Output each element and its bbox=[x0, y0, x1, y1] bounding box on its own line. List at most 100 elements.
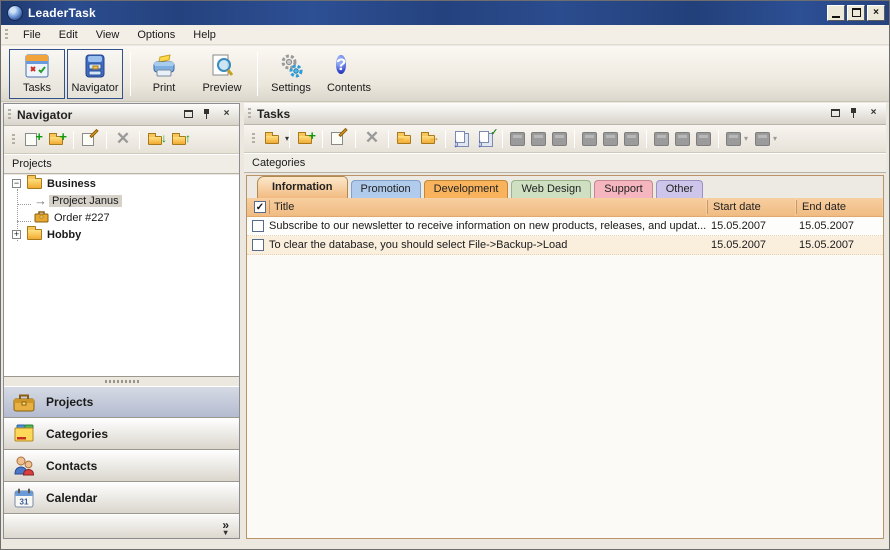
delete-icon[interactable]: ✕ bbox=[113, 129, 133, 150]
stack-overflow-button[interactable]: » ▾ bbox=[222, 519, 229, 537]
expand-icon[interactable]: + bbox=[12, 230, 21, 239]
help-contents-icon: ? bbox=[336, 54, 347, 74]
task-title[interactable]: Subscribe to our newsletter to receive i… bbox=[269, 220, 706, 232]
contents-toolbar-button[interactable]: ? Contents bbox=[321, 49, 377, 99]
toolbar-separator bbox=[388, 129, 389, 148]
add-folder-icon[interactable]: + bbox=[47, 129, 67, 150]
projects-section-bar: Projects bbox=[4, 154, 239, 174]
projects-tree[interactable]: − Business → Project Janus Order #227 + … bbox=[4, 175, 239, 377]
preview-toolbar-button[interactable]: Preview bbox=[194, 49, 250, 99]
edit-task-icon[interactable] bbox=[329, 127, 349, 149]
tab-promotion[interactable]: Promotion bbox=[350, 180, 421, 198]
navigator-caption[interactable]: Navigator × bbox=[4, 104, 239, 126]
minimize-button[interactable] bbox=[827, 5, 845, 21]
collapse-icon[interactable]: − bbox=[12, 179, 21, 188]
task-checkbox[interactable] bbox=[252, 220, 264, 232]
menu-options[interactable]: Options bbox=[128, 27, 184, 43]
main-toolbar: Tasks Navigator Print Preview Settings ?… bbox=[1, 46, 889, 102]
task-checkbox[interactable] bbox=[252, 239, 264, 251]
toolbar-separator bbox=[289, 129, 290, 148]
stack-button-projects[interactable]: Projects bbox=[4, 386, 239, 418]
toolbar-separator bbox=[574, 129, 575, 148]
category-tabs: Information Promotion Development Web De… bbox=[247, 176, 883, 198]
edit-icon[interactable] bbox=[80, 128, 100, 150]
panel-splitter-handle[interactable] bbox=[4, 377, 239, 386]
task-row[interactable]: To clear the database, you should select… bbox=[247, 236, 883, 255]
menu-view[interactable]: View bbox=[87, 27, 129, 43]
disabled-tool-icon bbox=[755, 131, 771, 146]
print-toolbar-label: Print bbox=[152, 81, 176, 94]
tasks-icon bbox=[23, 52, 51, 80]
navigator-close-button[interactable]: × bbox=[220, 108, 233, 121]
fill-down-check-icon[interactable]: ↓ ✓ bbox=[476, 127, 498, 150]
print-toolbar-button[interactable]: Print bbox=[136, 49, 192, 99]
task-title[interactable]: To clear the database, you should select… bbox=[269, 239, 706, 251]
toolbar-separator bbox=[130, 51, 131, 96]
tab-other[interactable]: Other bbox=[655, 180, 704, 198]
menu-edit[interactable]: Edit bbox=[50, 27, 87, 43]
briefcase-icon bbox=[12, 390, 36, 414]
tree-item-business[interactable]: − Business bbox=[4, 175, 239, 192]
arrow-icon: → bbox=[34, 193, 47, 208]
tree-item-project-janus[interactable]: → Project Janus bbox=[4, 192, 239, 209]
navigator-caption-grip[interactable] bbox=[8, 108, 11, 121]
navigator-toolbar-button[interactable]: Navigator bbox=[67, 48, 123, 99]
add-task-icon[interactable]: + bbox=[23, 129, 43, 150]
disabled-tool-icon bbox=[510, 131, 525, 146]
maximize-icon bbox=[831, 109, 840, 117]
tab-information[interactable]: Information bbox=[257, 176, 348, 198]
column-header-start-date[interactable]: Start date bbox=[708, 198, 796, 216]
disabled-tool-icon bbox=[654, 131, 669, 146]
new-task-icon[interactable]: + bbox=[296, 128, 316, 149]
tree-item-order-227[interactable]: Order #227 bbox=[4, 209, 239, 226]
select-all-checkbox[interactable]: ✓ bbox=[254, 201, 266, 213]
minimize-icon bbox=[832, 16, 840, 18]
tasks-pin-button[interactable] bbox=[849, 107, 862, 120]
column-header-title[interactable]: Title bbox=[270, 198, 707, 216]
menu-grip[interactable] bbox=[5, 28, 8, 41]
folder-up-icon[interactable]: ↑ bbox=[170, 130, 191, 150]
title-bar[interactable]: LeaderTask × bbox=[1, 1, 889, 25]
stack-button-calendar[interactable]: 31 Calendar bbox=[4, 482, 239, 514]
stack-label-calendar: Calendar bbox=[46, 491, 98, 505]
tasks-toolbar-button[interactable]: Tasks bbox=[9, 48, 65, 99]
disabled-tool-icon bbox=[675, 131, 690, 146]
maximize-button[interactable] bbox=[847, 5, 865, 21]
move-next-icon[interactable]: → bbox=[419, 129, 440, 149]
task-grid-header[interactable]: ✓ Title Start date End date bbox=[247, 198, 883, 217]
task-start-date: 15.05.2007 bbox=[711, 239, 767, 251]
tasks-toolbar-grip[interactable] bbox=[252, 132, 255, 145]
tab-development[interactable]: Development bbox=[423, 180, 509, 198]
open-folder-menu-icon[interactable]: ▾ bbox=[263, 129, 289, 149]
tasks-maximize-button[interactable] bbox=[831, 107, 844, 120]
navigator-toolbar-label: Navigator bbox=[71, 81, 119, 94]
settings-toolbar-button[interactable]: Settings bbox=[263, 49, 319, 99]
categories-section-bar: Categories bbox=[244, 153, 886, 173]
window-title: LeaderTask bbox=[28, 6, 96, 20]
tasks-caption-grip[interactable] bbox=[248, 107, 251, 120]
move-prev-icon[interactable]: ← bbox=[394, 129, 415, 149]
tab-web-design[interactable]: Web Design bbox=[511, 180, 592, 198]
stack-button-categories[interactable]: Categories bbox=[4, 418, 239, 450]
column-header-end-date[interactable]: End date bbox=[797, 198, 883, 216]
navigator-toolbar-grip[interactable] bbox=[12, 133, 15, 146]
disabled-tool-icon bbox=[582, 131, 597, 146]
menu-file[interactable]: File bbox=[14, 27, 50, 43]
categories-section-label: Categories bbox=[252, 157, 306, 169]
navigator-maximize-button[interactable] bbox=[184, 108, 197, 121]
app-window: LeaderTask × File Edit View Options Help bbox=[0, 0, 890, 550]
tasks-close-button[interactable]: × bbox=[867, 107, 880, 120]
task-row[interactable]: Subscribe to our newsletter to receive i… bbox=[247, 217, 883, 236]
menu-help[interactable]: Help bbox=[184, 27, 225, 43]
navigator-pin-button[interactable] bbox=[202, 108, 215, 121]
fill-down-icon[interactable]: ↓ bbox=[452, 129, 472, 150]
folder-down-icon[interactable]: ↓ bbox=[146, 130, 167, 150]
close-button[interactable]: × bbox=[867, 5, 885, 21]
task-end-date: 15.05.2007 bbox=[799, 239, 855, 251]
toolbar-separator bbox=[139, 130, 140, 149]
stack-button-contacts[interactable]: Contacts bbox=[4, 450, 239, 482]
tree-item-hobby[interactable]: + Hobby bbox=[4, 226, 239, 243]
toolbar-separator bbox=[106, 130, 107, 149]
tab-support[interactable]: Support bbox=[594, 180, 653, 198]
tasks-caption[interactable]: Tasks × bbox=[244, 103, 886, 125]
